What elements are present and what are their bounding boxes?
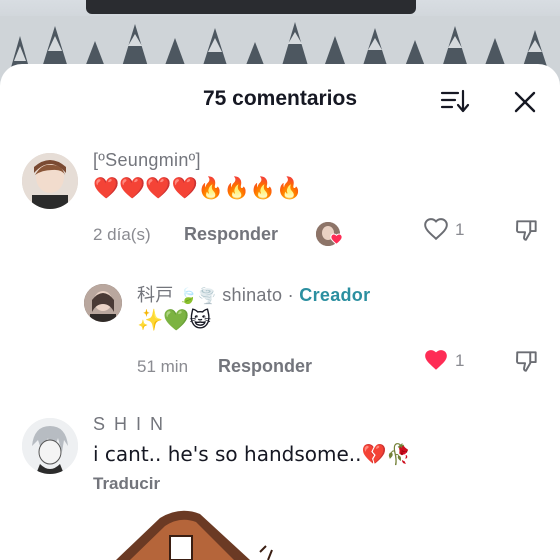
reply-username-prefix: 科戸 — [137, 285, 174, 305]
creator-photo — [84, 284, 122, 322]
comment-text: ❤️❤️❤️❤️🔥🔥🔥🔥 — [93, 176, 303, 200]
reply-dislike-button[interactable] — [514, 348, 540, 379]
comment-time: 2 día(s) — [93, 225, 151, 244]
reply-reply-button[interactable]: Responder — [218, 356, 312, 377]
heart-badge-icon — [330, 233, 343, 245]
video-dark-area — [86, 0, 416, 14]
leaf-emoji: 🍃🌪️ — [178, 287, 217, 305]
reply-text: ✨💚😺 — [137, 308, 212, 332]
sort-icon — [440, 89, 470, 113]
comments-sheet: 75 comentarios — [0, 64, 560, 560]
reply-button[interactable]: Responder — [184, 224, 278, 245]
anime-avatar — [22, 418, 78, 474]
username-separator: · — [287, 285, 300, 305]
avatar[interactable] — [22, 153, 78, 209]
like-button[interactable] — [423, 217, 449, 246]
thumbs-down-icon — [516, 220, 537, 241]
like-count: 1 — [455, 220, 465, 239]
close-icon — [514, 91, 536, 113]
reply-username[interactable]: 科戸 🍃🌪️ shinato · Creador — [137, 281, 370, 307]
close-button[interactable] — [513, 90, 537, 114]
sticker-image — [116, 510, 273, 560]
heart-filled-icon — [425, 350, 447, 370]
reply-avatar[interactable] — [84, 284, 122, 322]
comments-header: 75 comentarios — [0, 64, 560, 136]
comments-count-title: 75 comentarios — [202, 87, 358, 110]
thumbs-down-icon — [516, 351, 537, 372]
comment-username[interactable]: S H I N — [93, 414, 165, 435]
reply-username-name: shinato — [222, 285, 283, 305]
creator-badge: Creador — [299, 285, 371, 305]
dislike-button[interactable] — [514, 217, 540, 248]
user-photo — [22, 153, 78, 209]
comment-text: i cant.. he's so handsome..💔🥀 — [93, 442, 412, 466]
sort-button[interactable] — [440, 88, 470, 114]
reply-like-button[interactable] — [423, 348, 449, 377]
translate-button[interactable]: Traducir — [93, 474, 160, 494]
heart-outline-icon — [424, 218, 448, 241]
comment-username[interactable]: [ºSeungminº] — [93, 150, 201, 171]
reply-time: 51 min — [137, 357, 189, 376]
reply-like-count: 1 — [455, 351, 465, 370]
avatar[interactable] — [22, 418, 78, 474]
